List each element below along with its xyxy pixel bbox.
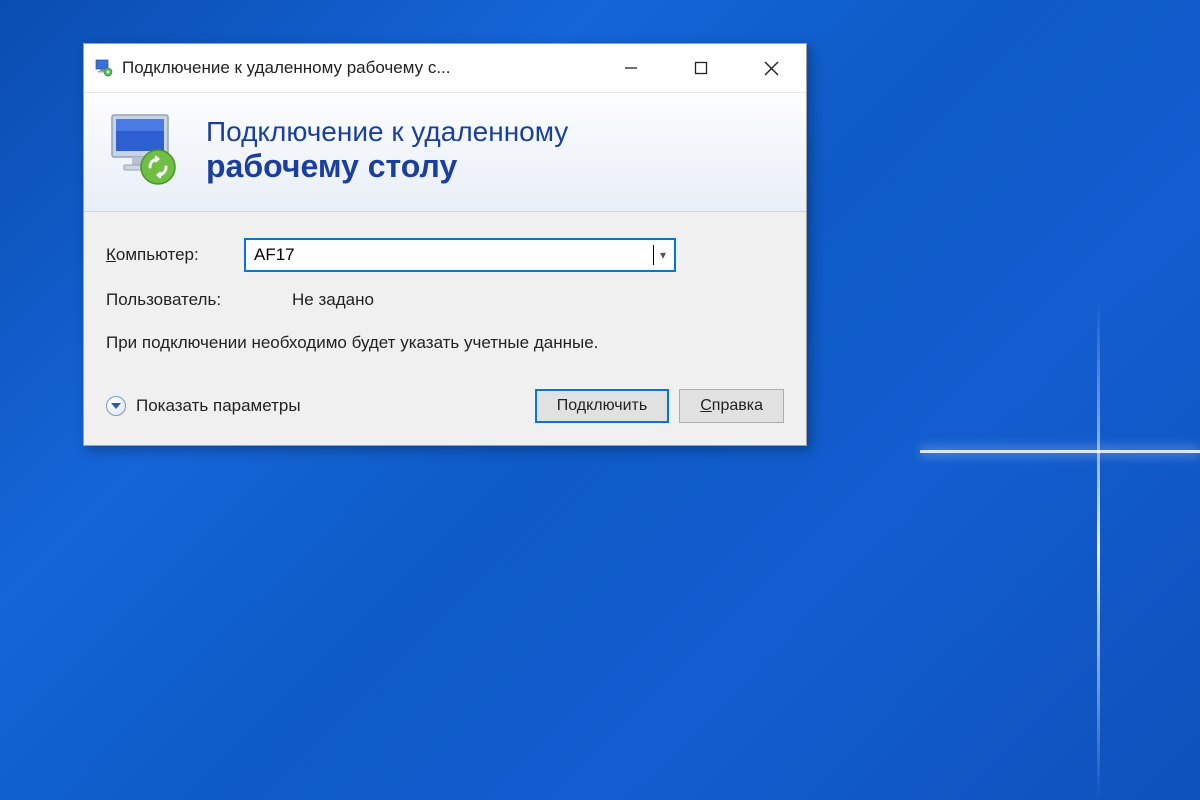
connect-button[interactable]: Подключить	[535, 389, 669, 423]
header-line1: Подключение к удаленному	[206, 116, 568, 148]
minimize-button[interactable]	[596, 44, 666, 92]
app-icon	[94, 58, 114, 78]
computer-row: Компьютер: ▾	[106, 238, 784, 272]
help-button[interactable]: Справка	[679, 389, 784, 423]
user-row: Пользователь: Не задано	[106, 290, 784, 310]
user-label: Пользователь:	[106, 290, 256, 310]
dialog-body: Компьютер: ▾ Пользователь: Не задано При…	[84, 212, 806, 445]
chevron-down-icon[interactable]: ▾	[654, 248, 666, 262]
desktop-background: Подключение к удаленному рабочему с...	[0, 0, 1200, 800]
show-options-toggle[interactable]: Показать параметры	[106, 396, 301, 416]
info-text: При подключении необходимо будет указать…	[106, 332, 626, 355]
computer-combobox[interactable]: ▾	[244, 238, 676, 272]
header-banner: Подключение к удаленному рабочему столу	[84, 92, 806, 212]
titlebar[interactable]: Подключение к удаленному рабочему с...	[84, 44, 806, 92]
computer-input[interactable]	[254, 245, 652, 265]
close-button[interactable]	[736, 44, 806, 92]
rdp-large-icon	[106, 111, 184, 189]
computer-label: Компьютер:	[106, 245, 234, 265]
user-value: Не задано	[292, 290, 374, 310]
window-title: Подключение к удаленному рабочему с...	[122, 58, 596, 78]
window-controls	[596, 44, 806, 92]
maximize-button[interactable]	[666, 44, 736, 92]
header-text: Подключение к удаленному рабочему столу	[206, 116, 568, 185]
footer-row: Показать параметры Подключить Справка	[106, 389, 784, 423]
show-options-label: Показать параметры	[136, 396, 301, 416]
header-line2: рабочему столу	[206, 148, 568, 185]
expand-down-icon	[106, 396, 126, 416]
rdp-window: Подключение к удаленному рабочему с...	[83, 43, 807, 446]
